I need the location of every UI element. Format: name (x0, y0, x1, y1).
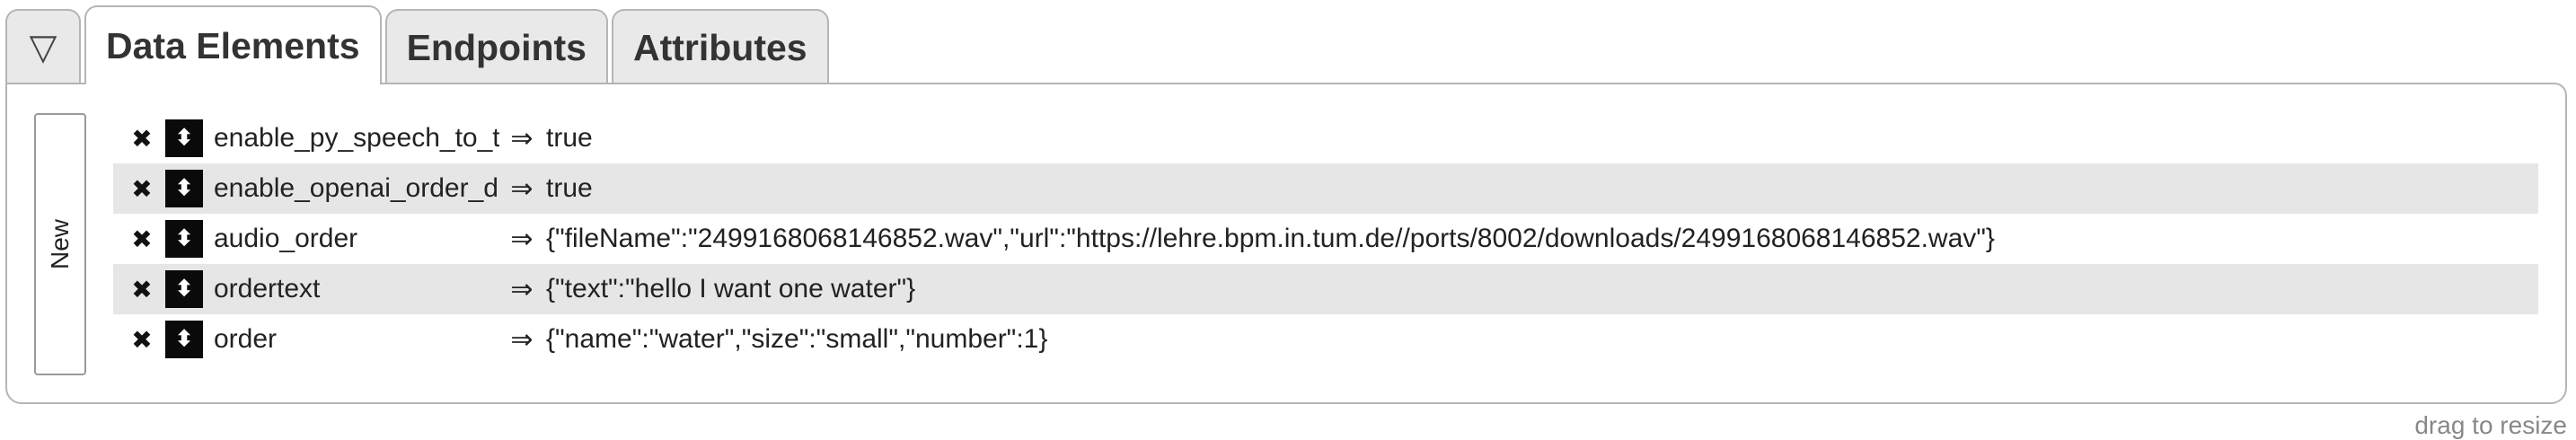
element-name[interactable]: audio_order (214, 224, 499, 254)
tab-endpoints[interactable]: Endpoints (384, 9, 608, 84)
arrow-icon: ⇒ (510, 123, 534, 154)
delete-icon[interactable]: ✖ (124, 174, 160, 204)
drag-handle-icon[interactable]: ⬍ (165, 321, 203, 358)
list-item: ✖ ⬍ order ⇒ {"name":"water","size":"smal… (113, 314, 2538, 365)
arrow-icon: ⇒ (510, 324, 534, 355)
drag-handle-icon[interactable]: ⬍ (165, 270, 203, 308)
arrow-icon: ⇒ (510, 173, 534, 204)
element-name[interactable]: order (214, 324, 499, 355)
element-name[interactable]: enable_py_speech_to_text (214, 123, 499, 154)
drag-handle-icon[interactable]: ⬍ (165, 170, 203, 207)
tab-label: Attributes (632, 26, 807, 68)
list-item: ✖ ⬍ enable_openai_order_detection ⇒ true (113, 163, 2538, 214)
resize-handle[interactable]: drag to resize (2414, 411, 2567, 440)
list-item: ✖ ⬍ enable_py_speech_to_text ⇒ true (113, 113, 2538, 163)
list-item: ✖ ⬍ ordertext ⇒ {"text":"hello I want on… (113, 264, 2538, 314)
tab-label: Data Elements (106, 24, 360, 66)
delete-icon[interactable]: ✖ (124, 325, 160, 355)
delete-icon[interactable]: ✖ (124, 224, 160, 254)
element-name[interactable]: enable_openai_order_detection (214, 173, 499, 204)
drag-handle-icon[interactable]: ⬍ (165, 119, 203, 157)
element-value[interactable]: {"name":"water","size":"small","number":… (546, 324, 1047, 355)
element-value[interactable]: true (546, 173, 593, 204)
delete-icon[interactable]: ✖ (124, 124, 160, 154)
drag-handle-icon[interactable]: ⬍ (165, 220, 203, 258)
tab-bar: ▽ Data Elements Endpoints Attributes (5, 5, 829, 84)
delete-icon[interactable]: ✖ (124, 275, 160, 304)
collapse-toggle-button[interactable]: ▽ (5, 9, 81, 84)
triangle-down-icon: ▽ (29, 28, 57, 67)
data-elements-list: ✖ ⬍ enable_py_speech_to_text ⇒ true ✖ ⬍ … (113, 113, 2538, 365)
new-button-label: New (46, 218, 75, 270)
data-elements-panel: New ✖ ⬍ enable_py_speech_to_text ⇒ true … (5, 83, 2567, 404)
arrow-icon: ⇒ (510, 274, 534, 304)
tab-label: Endpoints (406, 26, 587, 68)
element-value[interactable]: {"fileName":"2499168068146852.wav","url"… (546, 224, 1995, 254)
element-value[interactable]: true (546, 123, 593, 154)
new-element-button[interactable]: New (34, 113, 86, 375)
tab-data-elements[interactable]: Data Elements (84, 5, 382, 84)
tab-attributes[interactable]: Attributes (611, 9, 829, 84)
element-value[interactable]: {"text":"hello I want one water"} (546, 274, 915, 304)
list-item: ✖ ⬍ audio_order ⇒ {"fileName":"249916806… (113, 214, 2538, 264)
element-name[interactable]: ordertext (214, 274, 499, 304)
arrow-icon: ⇒ (510, 224, 534, 254)
